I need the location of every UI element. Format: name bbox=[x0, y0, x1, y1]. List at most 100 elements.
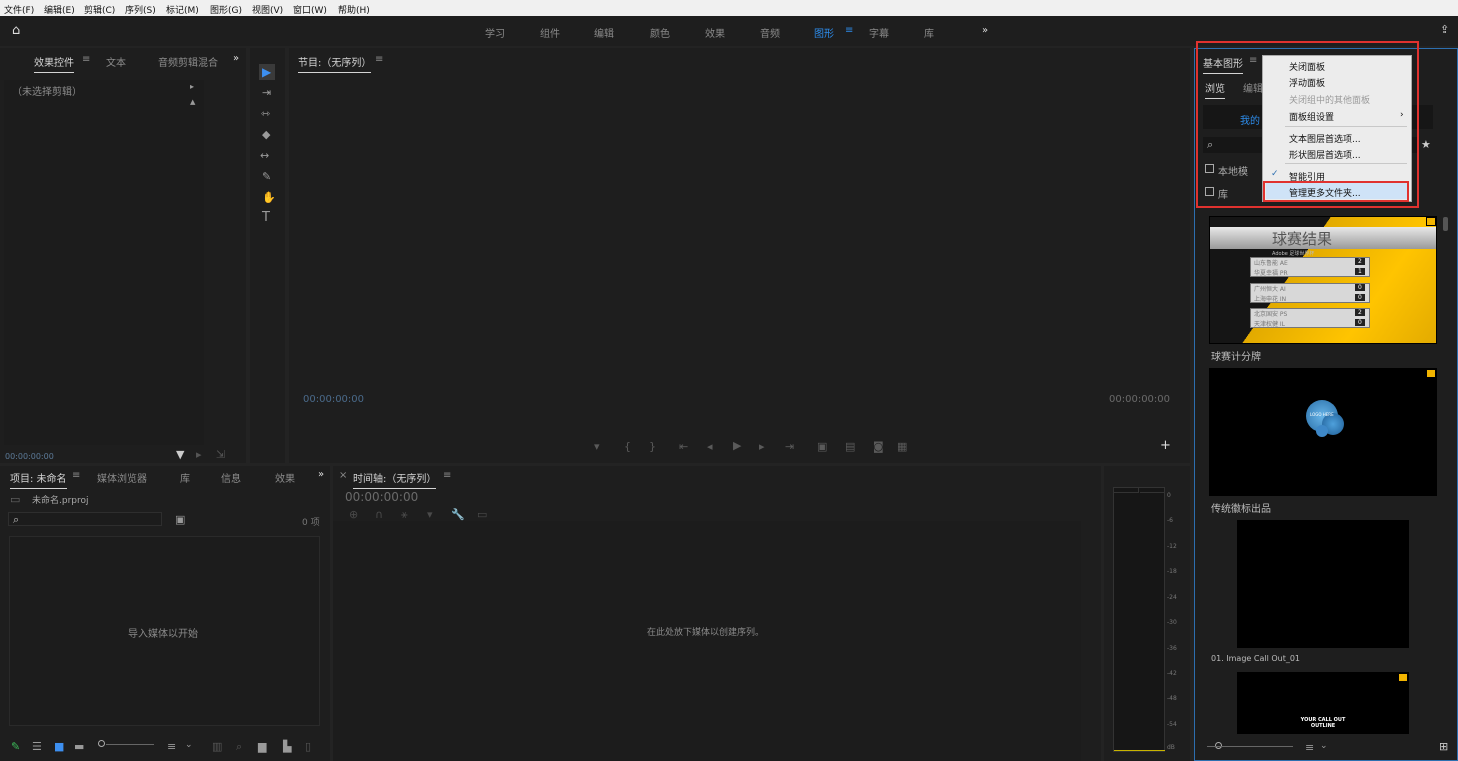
play-only-audio-icon[interactable]: ▸ bbox=[196, 448, 202, 461]
eg-scrollbar[interactable] bbox=[1443, 217, 1448, 231]
comparison-view-icon[interactable]: ▦ bbox=[897, 440, 907, 453]
selection-tool-icon[interactable]: ▶ bbox=[262, 65, 271, 79]
effect-timecode[interactable]: 00:00:00:00 bbox=[5, 452, 54, 461]
write-mode-icon[interactable]: ✎ bbox=[11, 740, 20, 753]
icon-view-icon[interactable]: ■ bbox=[54, 740, 64, 753]
linked-selection-icon[interactable]: ⚹ bbox=[401, 508, 408, 522]
tab-project[interactable]: 项目: 未命名 bbox=[10, 470, 67, 489]
workspace-effects[interactable]: 效果 bbox=[705, 25, 725, 40]
eg-thumb-size-slider[interactable] bbox=[1207, 742, 1293, 752]
more-tabs-icon[interactable]: » bbox=[233, 53, 239, 64]
sort-dropdown-icon[interactable]: ⌄ bbox=[185, 740, 193, 750]
export-icon[interactable]: ⇲ bbox=[216, 448, 225, 461]
add-marker-timeline-icon[interactable]: ▾ bbox=[427, 508, 433, 521]
template-thumb-logo[interactable]: LOGO HERE bbox=[1209, 368, 1437, 496]
share-icon[interactable]: ⇪ bbox=[1440, 23, 1449, 36]
more-project-tabs-icon[interactable]: » bbox=[318, 469, 324, 480]
tab-info[interactable]: 信息 bbox=[221, 470, 241, 485]
workspace-captions[interactable]: 字幕 bbox=[869, 25, 889, 40]
program-timecode-left[interactable]: 00:00:00:00 bbox=[303, 394, 364, 405]
step-forward-icon[interactable]: ▸ bbox=[759, 440, 765, 453]
menu-clip[interactable]: 剪辑(C) bbox=[84, 3, 115, 16]
tab-media-browser[interactable]: 媒体浏览器 bbox=[97, 470, 147, 485]
program-menu-icon[interactable]: ≡ bbox=[375, 54, 383, 65]
project-menu-icon[interactable]: ≡ bbox=[72, 470, 80, 481]
scroll-up-icon[interactable]: ▲ bbox=[190, 98, 195, 106]
workspace-graphics[interactable]: 图形 bbox=[814, 25, 834, 40]
new-item-icon[interactable]: ▙ bbox=[283, 740, 291, 753]
workspace-libraries[interactable]: 库 bbox=[924, 25, 934, 40]
menu-sequence[interactable]: 序列(S) bbox=[125, 3, 156, 16]
track-select-tool-icon[interactable]: ⇥ bbox=[262, 86, 271, 99]
tab-effect-controls[interactable]: 效果控件 bbox=[34, 54, 74, 73]
tab-effects[interactable]: 效果 bbox=[275, 470, 295, 485]
expand-arrow-icon[interactable]: ▸ bbox=[190, 82, 194, 91]
step-back-icon[interactable]: ◂ bbox=[707, 440, 713, 453]
menu-marker[interactable]: 标记(M) bbox=[166, 3, 199, 16]
template-thumb-scoreboard[interactable]: 球赛结果 Adobe 足球世界杯 山东鲁能 AE 2 华夏幸福 PR 1 广州恒… bbox=[1209, 216, 1437, 344]
project-content-area[interactable]: 导入媒体以开始 bbox=[9, 536, 320, 726]
play-icon[interactable]: ▶ bbox=[733, 439, 741, 452]
add-marker-icon[interactable]: ▾ bbox=[594, 440, 600, 453]
mark-out-icon[interactable]: } bbox=[649, 440, 656, 453]
pen-tool-icon[interactable]: ✎ bbox=[262, 170, 271, 183]
workspace-menu-icon[interactable]: ≡ bbox=[845, 25, 853, 36]
menu-window[interactable]: 窗口(W) bbox=[293, 3, 327, 16]
eg-install-icon[interactable]: ⊞ bbox=[1439, 740, 1448, 753]
wrench-icon[interactable]: 🔧 bbox=[451, 508, 465, 521]
sort-icon[interactable]: ≡ bbox=[167, 740, 176, 753]
new-bin-bottom-icon[interactable]: ▆ bbox=[258, 740, 266, 753]
workspace-audio[interactable]: 音频 bbox=[760, 25, 780, 40]
zoom-slider[interactable] bbox=[98, 740, 154, 750]
type-tool-icon[interactable]: T bbox=[262, 210, 270, 225]
trash-icon[interactable]: ▯ bbox=[305, 740, 311, 753]
zoom-slider-handle[interactable] bbox=[98, 740, 105, 747]
menu-file[interactable]: 文件(F) bbox=[4, 3, 34, 16]
workspace-learning[interactable]: 学习 bbox=[485, 25, 505, 40]
project-search-input[interactable]: ⌕ bbox=[8, 512, 162, 526]
add-button-icon[interactable]: + bbox=[1160, 438, 1171, 453]
freeform-view-icon[interactable]: ▬ bbox=[74, 740, 84, 753]
template-thumb-outline[interactable]: YOUR CALL OUT OUTLINE bbox=[1237, 672, 1409, 734]
timeline-title[interactable]: 时间轴:（无序列） bbox=[353, 470, 437, 489]
go-to-out-icon[interactable]: ⇥ bbox=[785, 440, 794, 453]
timeline-close-icon[interactable]: × bbox=[339, 470, 347, 481]
mark-in-icon[interactable]: { bbox=[624, 440, 631, 453]
nest-icon[interactable]: ⊕ bbox=[349, 508, 358, 521]
workspace-color[interactable]: 颜色 bbox=[650, 25, 670, 40]
menu-graphics[interactable]: 图形(G) bbox=[210, 3, 242, 16]
overwrite-icon[interactable]: ▤ bbox=[845, 440, 855, 453]
menu-edit[interactable]: 编辑(E) bbox=[44, 3, 75, 16]
workspace-editing[interactable]: 编辑 bbox=[594, 25, 614, 40]
list-view-icon[interactable]: ☰ bbox=[32, 740, 42, 753]
more-workspaces-icon[interactable]: » bbox=[982, 25, 988, 36]
captions-icon[interactable]: ▭ bbox=[477, 508, 487, 521]
export-frame-icon[interactable]: ◙ bbox=[873, 440, 884, 453]
hand-tool-icon[interactable]: ✋ bbox=[262, 191, 276, 204]
eg-sort-dropdown-icon[interactable]: ⌄ bbox=[1320, 741, 1328, 751]
tab-text[interactable]: 文本 bbox=[106, 54, 126, 69]
home-icon[interactable]: ⌂ bbox=[12, 23, 20, 38]
razor-tool-icon[interactable]: ◆ bbox=[262, 128, 270, 141]
favorite-star-icon[interactable]: ★ bbox=[1421, 138, 1431, 151]
program-title[interactable]: 节目:（无序列） bbox=[298, 54, 372, 73]
filter-icon[interactable]: ▼ bbox=[176, 448, 184, 461]
find-icon[interactable]: ⌕ bbox=[236, 740, 242, 754]
template-thumb-image-callout[interactable] bbox=[1237, 520, 1409, 648]
snap-icon[interactable]: ∩ bbox=[375, 508, 383, 521]
tab-audio-clip-mixer[interactable]: 音频剪辑混合器 bbox=[158, 54, 218, 69]
workspace-assembly[interactable]: 组件 bbox=[540, 25, 560, 40]
tab-libraries[interactable]: 库 bbox=[180, 470, 190, 485]
panel-menu-icon[interactable]: ≡ bbox=[82, 54, 90, 65]
menu-help[interactable]: 帮助(H) bbox=[338, 3, 370, 16]
new-bin-icon[interactable]: ▣ bbox=[175, 513, 185, 526]
eg-sort-icon[interactable]: ≡ bbox=[1305, 741, 1314, 754]
slip-tool-icon[interactable]: ↔ bbox=[260, 149, 269, 162]
go-to-in-icon[interactable]: ⇤ bbox=[679, 440, 688, 453]
menu-view[interactable]: 视图(V) bbox=[252, 3, 283, 16]
automate-sequence-icon[interactable]: ▥ bbox=[212, 740, 222, 753]
insert-icon[interactable]: ▣ bbox=[817, 440, 827, 453]
timeline-menu-icon[interactable]: ≡ bbox=[443, 470, 451, 481]
timeline-track-area[interactable]: 在此处放下媒体以创建序列。 bbox=[333, 521, 1081, 761]
timeline-timecode[interactable]: 00:00:00:00 bbox=[345, 490, 418, 504]
